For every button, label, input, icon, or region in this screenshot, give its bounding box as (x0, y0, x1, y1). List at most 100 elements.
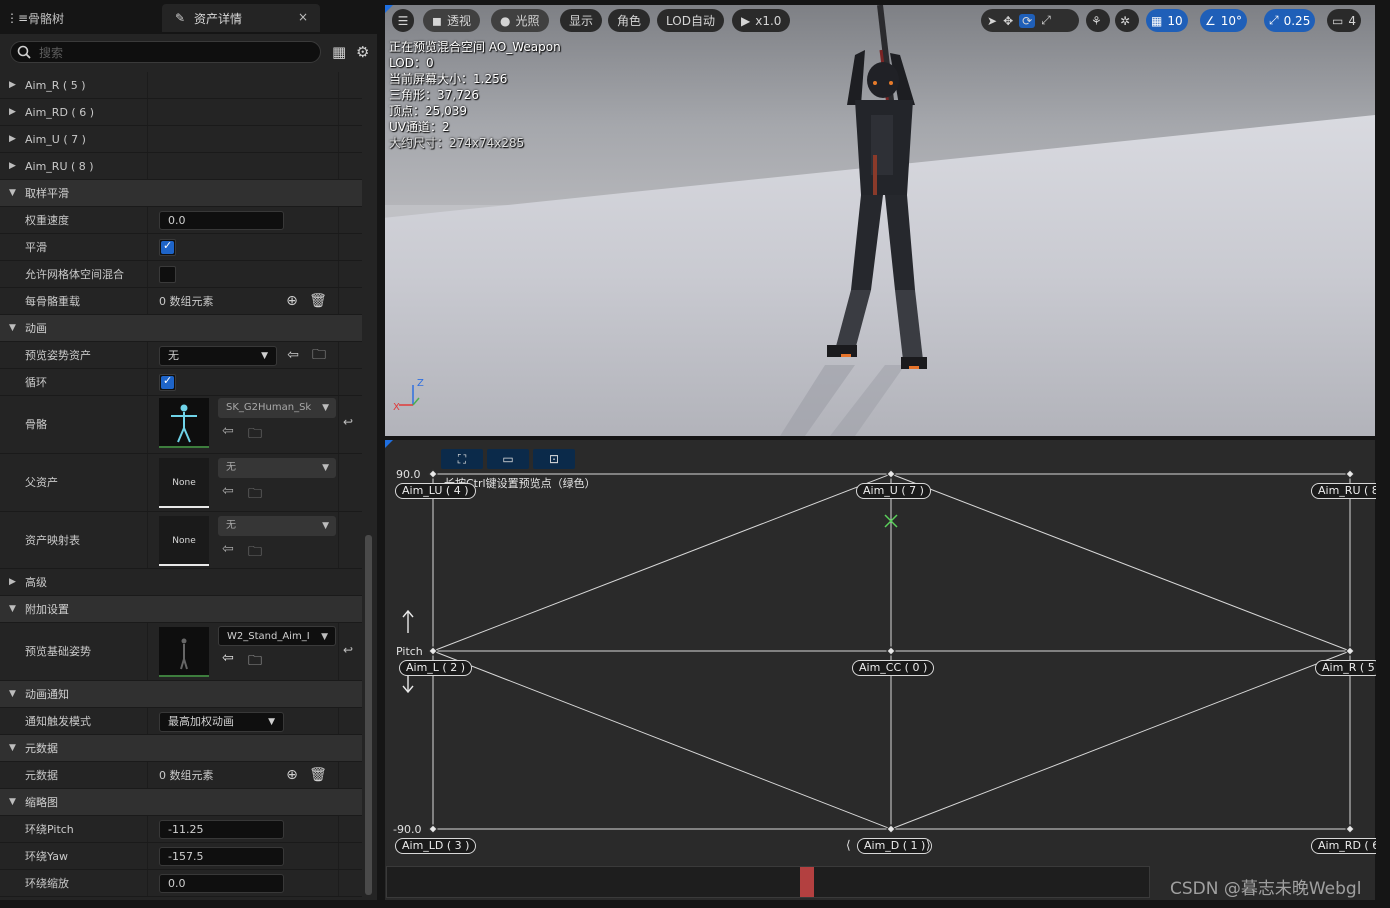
angle-snap-button[interactable]: ∠ 10° (1200, 9, 1248, 32)
close-tab-icon[interactable]: × (298, 10, 308, 24)
mapping-table-combo[interactable]: 无 ▼ (218, 516, 336, 536)
collapse-arrow-icon[interactable]: ▼ (9, 735, 16, 762)
collapse-arrow-icon[interactable]: ▼ (9, 180, 16, 207)
parent-asset-thumbnail[interactable]: None (159, 458, 209, 508)
property-label: 环绕缩放 (25, 877, 69, 890)
category-metadata[interactable]: ▼ 元数据 (0, 735, 362, 762)
combo-value: W2_Stand_Aim_I (227, 631, 310, 642)
use-selected-arrow-icon[interactable]: ⇦ (222, 650, 234, 666)
tab-asset-details[interactable]: ✎ 资产详情 × (162, 4, 320, 32)
delete-trash-icon[interactable]: 🗑 (309, 292, 327, 310)
lod-button[interactable]: LOD自动 (657, 9, 724, 32)
base-pose-combo[interactable]: W2_Stand_Aim_I ▼ (218, 626, 336, 646)
expand-arrow-icon[interactable]: ▶ (9, 99, 16, 126)
tab-skeleton-tree[interactable]: ⋮≡ 骨骼树 (0, 4, 160, 32)
list-item-aim-r[interactable]: ▶ Aim_R ( 5 ) (0, 72, 362, 99)
collapse-arrow-icon[interactable]: ▼ (9, 596, 16, 623)
expand-arrow-icon[interactable]: ▶ (9, 72, 16, 99)
skeleton-thumbnail[interactable] (159, 398, 209, 448)
reset-arrow-icon[interactable]: ↩ (343, 415, 353, 429)
category-animation[interactable]: ▼ 动画 (0, 315, 362, 342)
sample-point-aim-l[interactable]: Aim_L ( 2 ) (399, 660, 472, 676)
collapse-arrow-icon[interactable]: ▼ (9, 681, 16, 708)
browse-folder-icon[interactable]: 🗀 (248, 541, 262, 565)
preview-timeline[interactable] (386, 866, 1150, 898)
chevron-down-icon: ▼ (261, 351, 268, 361)
add-element-icon[interactable]: ⊕ (283, 292, 301, 310)
playback-speed-button[interactable]: ▶ x1.0 (732, 9, 791, 32)
viewport-menu-button[interactable]: ☰ (392, 9, 414, 32)
reset-arrow-icon[interactable]: ↩ (343, 643, 353, 657)
sample-point-aim-ld[interactable]: Aim_LD ( 3 ) (395, 838, 477, 854)
browse-folder-icon[interactable]: 🗀 (248, 650, 262, 674)
parent-asset-combo[interactable]: 无 ▼ (218, 458, 336, 478)
browse-folder-icon[interactable]: 🗀 (248, 423, 262, 447)
sample-point-aim-d[interactable]: Aim_D ( 1 ) (857, 838, 933, 854)
grid-snap-button[interactable]: ▦ 10 (1146, 9, 1188, 32)
add-element-icon[interactable]: ⊕ (283, 766, 301, 784)
perspective-button[interactable]: ◼ 透视 (423, 9, 480, 32)
use-selected-arrow-icon[interactable]: ⇦ (222, 483, 234, 499)
stat-uv-channels: UV通道：2 (389, 120, 450, 134)
lit-mode-button[interactable]: ● 光照 (491, 9, 549, 32)
expand-arrow-icon[interactable]: ▶ (9, 569, 16, 596)
tree-icon: ⋮≡ (6, 11, 29, 25)
orbit-pitch-input[interactable]: -11.25 (159, 820, 284, 839)
show-button[interactable]: 显示 (560, 9, 603, 32)
collapse-arrow-icon[interactable]: ▼ (9, 789, 16, 816)
category-thumbnail[interactable]: ▼ 缩略图 (0, 789, 362, 816)
delete-trash-icon[interactable]: 🗑 (309, 766, 327, 784)
sample-point-aim-r[interactable]: Aim_R ( 5 (1315, 660, 1382, 676)
list-item-aim-rd[interactable]: ▶ Aim_RD ( 6 ) (0, 99, 362, 126)
search-input[interactable]: 搜索 (10, 41, 321, 63)
table-view-icon[interactable]: ▦ (332, 43, 346, 61)
vertical-scrollbar[interactable] (365, 535, 372, 895)
weight-speed-input[interactable]: 0.0 (159, 211, 284, 230)
expand-arrow-icon[interactable]: ▶ (9, 126, 16, 153)
orbit-yaw-input[interactable]: -157.5 (159, 847, 284, 866)
sample-point-aim-u[interactable]: Aim_U ( 7 ) (856, 483, 931, 499)
surface-snap-button[interactable]: ✲ (1115, 9, 1139, 32)
local-space-button[interactable]: ⚘ (1086, 9, 1110, 32)
browse-folder-icon[interactable]: 🗀 (248, 483, 262, 507)
skeleton-asset-combo[interactable]: SK_G2Human_Sk ▼ (218, 398, 336, 418)
use-selected-arrow-icon[interactable]: ⇦ (284, 346, 302, 364)
smooth-checkbox[interactable]: ✓ (159, 239, 176, 256)
collapse-arrow-icon[interactable]: ▼ (9, 315, 16, 342)
category-sample-smoothing[interactable]: ▼ 取样平滑 (0, 180, 362, 207)
category-anim-notify[interactable]: ▼ 动画通知 (0, 681, 362, 708)
sample-point-aim-rd[interactable]: Aim_RD ( 6 (1311, 838, 1387, 854)
expand-arrow-icon[interactable]: ▶ (9, 153, 16, 180)
use-selected-arrow-icon[interactable]: ⇦ (222, 423, 234, 439)
character-button[interactable]: 角色 (608, 9, 651, 32)
rotate-icon[interactable]: ⟳ (1019, 13, 1036, 28)
sample-point-aim-lu[interactable]: Aim_LU ( 4 ) (395, 483, 476, 499)
move-icon[interactable]: ✥ (1003, 14, 1013, 28)
preview-pose-asset-dropdown[interactable]: 无 ▼ (159, 346, 277, 366)
orbit-zoom-input[interactable]: 0.0 (159, 874, 284, 893)
property-asset-mapping-table: 资产映射表 None 无 ▼ ⇦ 🗀 (0, 512, 362, 569)
camera-speed-button[interactable]: ▭ 4 (1327, 9, 1361, 32)
row-label: Aim_R ( 5 ) (25, 79, 86, 92)
notify-trigger-mode-dropdown[interactable]: 最高加权动画 ▼ (159, 712, 284, 732)
category-additive-settings[interactable]: ▼ 附加设置 (0, 596, 362, 623)
list-item-aim-ru[interactable]: ▶ Aim_RU ( 8 ) (0, 153, 362, 180)
use-selected-arrow-icon[interactable]: ⇦ (222, 541, 234, 557)
stat-screen-size: 当前屏幕大小：1.256 (389, 72, 508, 86)
list-item-aim-u[interactable]: ▶ Aim_U ( 7 ) (0, 126, 362, 153)
sample-point-aim-ru[interactable]: Aim_RU ( 8 (1311, 483, 1386, 499)
base-pose-thumbnail[interactable] (159, 627, 209, 677)
allow-mesh-blend-checkbox[interactable] (159, 266, 176, 283)
loop-checkbox[interactable]: ✓ (159, 374, 176, 391)
camera-speed-value: 4 (1348, 13, 1356, 28)
mapping-table-thumbnail[interactable]: None (159, 516, 209, 566)
scale-icon[interactable]: ⤢ (1041, 13, 1051, 28)
timeline-playhead[interactable] (800, 867, 814, 897)
browse-folder-icon[interactable]: 🗀 (310, 346, 328, 364)
list-item-advanced[interactable]: ▶ 高级 (0, 569, 362, 596)
array-count: 0 数组元素 (159, 295, 214, 308)
select-cursor-icon[interactable]: ➤ (987, 14, 997, 28)
sample-point-aim-cc[interactable]: Aim_CC ( 0 ) (852, 660, 935, 676)
settings-gear-icon[interactable]: ⚙ (356, 43, 369, 61)
scale-snap-button[interactable]: ⤢ 0.25 (1264, 9, 1316, 32)
